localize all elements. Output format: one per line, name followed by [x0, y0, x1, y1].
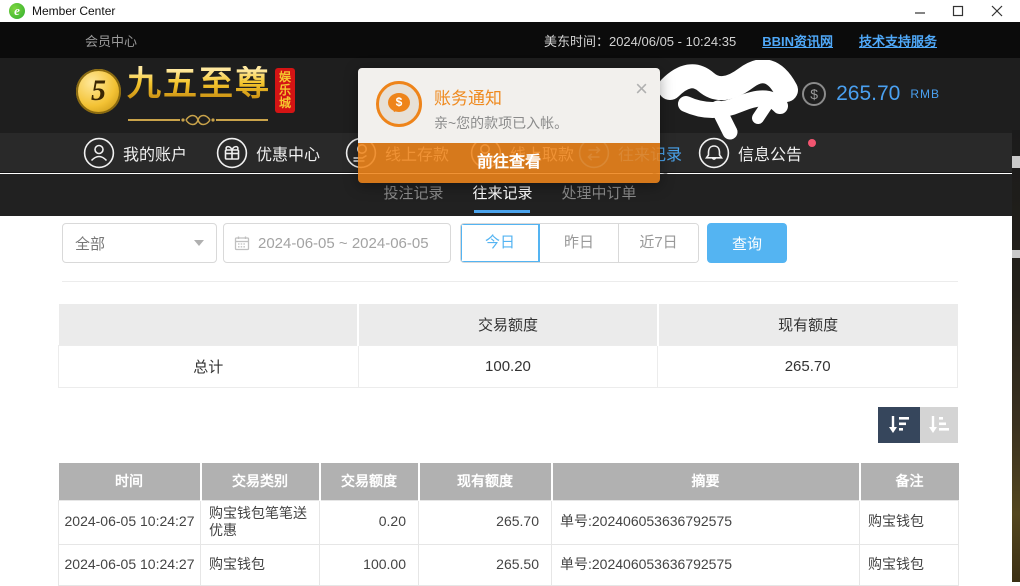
notification-dot-badge — [808, 139, 816, 147]
col-type: 交易类别 — [201, 463, 320, 500]
close-button[interactable] — [980, 2, 1014, 20]
sort-ascending-icon — [927, 414, 951, 436]
cell-summary: 单号:202406053636792575 — [552, 544, 860, 585]
nav-label: 信息公告 — [738, 141, 802, 165]
nav-label: 优惠中心 — [256, 141, 320, 165]
top-info-bar: 会员中心 美东时间：2024/06/05 - 10:24:35 BBIN资讯网 … — [0, 22, 1020, 58]
nav-item-my-account[interactable]: 我的账户 — [83, 137, 187, 169]
maximize-button[interactable] — [941, 2, 975, 20]
balance-currency: RMB — [910, 87, 940, 101]
summary-total-row: 总计 100.20 265.70 — [59, 345, 958, 387]
popup-close-icon[interactable]: × — [635, 76, 648, 102]
summary-total-label: 总计 — [59, 345, 359, 387]
user-icon — [83, 137, 115, 169]
logo-title: 九五至尊 — [127, 66, 271, 103]
summary-total-balance: 265.70 — [658, 345, 958, 387]
cell-time: 2024-06-05 10:24:27 — [59, 500, 201, 544]
site-logo: 5 九五至尊 娱乐城 — [76, 66, 295, 114]
col-remark: 备注 — [860, 463, 959, 500]
date-range-value: 2024-06-05 ~ 2024-06-05 — [258, 235, 429, 252]
cell-remark: 购宝钱包 — [860, 544, 959, 585]
redaction-scribble — [658, 60, 803, 142]
quick-date-group: 今日 昨日 近7日 — [460, 223, 699, 263]
maximize-icon — [952, 5, 964, 17]
window-title: Member Center — [32, 4, 115, 18]
eastern-time-label: 美东时间：2024/06/05 - 10:24:35 — [544, 31, 736, 50]
calendar-icon — [234, 235, 250, 251]
notification-body: $ 账务通知 亲~您的款项已入帐。 × — [358, 68, 660, 143]
col-balance: 现有额度 — [419, 463, 552, 500]
col-amount: 交易额度 — [320, 463, 419, 500]
cell-type: 购宝钱包 — [201, 544, 320, 585]
cell-balance: 265.70 — [419, 500, 552, 544]
logo-flourish-icon — [128, 113, 268, 127]
table-row: 2024-06-05 10:24:27 购宝钱包 100.00 265.50 单… — [59, 544, 959, 585]
cell-type: 购宝钱包笔笔送优惠 — [201, 500, 320, 544]
transactions-table: 时间 交易类别 交易额度 现有额度 摘要 备注 2024-06-05 10:24… — [58, 463, 959, 586]
logo-coin-icon: 5 — [76, 69, 121, 114]
cell-time: 2024-06-05 10:24:27 — [59, 544, 201, 585]
type-select[interactable]: 全部 — [62, 223, 217, 263]
cell-amount: 0.20 — [320, 500, 419, 544]
minimize-button[interactable] — [903, 2, 937, 20]
notification-message: 亲~您的款项已入帐。 — [434, 113, 568, 133]
cell-summary: 单号:202406053636792575 — [552, 500, 860, 544]
query-button[interactable]: 查询 — [707, 223, 787, 263]
edge-notch — [1012, 156, 1020, 168]
balance-amount: 265.70 — [836, 82, 900, 106]
logo-tagline: 娱乐城 — [275, 68, 295, 113]
sort-descending-icon — [887, 414, 911, 436]
filter-bar: 全部 2024-06-05 ~ 2024-06-05 今日 昨日 近7日 查询 — [0, 223, 1020, 263]
table-header-row: 时间 交易类别 交易额度 现有额度 摘要 备注 — [59, 463, 959, 500]
quick-last7days-button[interactable]: 近7日 — [619, 224, 698, 262]
go-view-button[interactable]: 前往查看 — [358, 143, 660, 183]
col-time: 时间 — [59, 463, 201, 500]
summary-total-amount: 100.20 — [358, 345, 658, 387]
balance-display[interactable]: $ 265.70 RMB — [802, 82, 940, 106]
dollar-coin-icon: $ — [802, 82, 826, 106]
cell-amount: 100.00 — [320, 544, 419, 585]
breadcrumb: 会员中心 — [85, 31, 137, 50]
money-message-icon: $ — [376, 81, 422, 127]
table-row: 2024-06-05 10:24:27 购宝钱包笔笔送优惠 0.20 265.7… — [59, 500, 959, 544]
quick-yesterday-button[interactable]: 昨日 — [540, 224, 619, 262]
dollar-bubble-icon: $ — [388, 93, 410, 112]
close-icon — [991, 5, 1003, 17]
sort-ascending-button[interactable] — [920, 407, 958, 443]
tech-support-link[interactable]: 技术支持服务 — [859, 31, 937, 50]
cell-remark: 购宝钱包 — [860, 500, 959, 544]
gift-icon — [216, 137, 248, 169]
nav-label: 我的账户 — [123, 141, 187, 165]
summary-header-balance: 现有额度 — [658, 304, 958, 345]
account-notification-popup: $ 账务通知 亲~您的款项已入帐。 × 前往查看 — [358, 68, 660, 183]
nav-item-promotions[interactable]: 优惠中心 — [216, 137, 320, 169]
summary-header-amount: 交易额度 — [358, 304, 658, 345]
minimize-icon — [914, 5, 926, 17]
type-select-value: 全部 — [75, 233, 105, 254]
bbin-news-link[interactable]: BBIN资讯网 — [762, 31, 833, 50]
window-titlebar: e Member Center — [0, 0, 1020, 22]
summary-header-blank — [59, 304, 359, 345]
section-divider — [62, 281, 958, 282]
quick-today-button[interactable]: 今日 — [461, 224, 540, 262]
window-edge-strip — [1012, 130, 1020, 582]
chevron-down-icon — [194, 240, 204, 246]
date-range-input[interactable]: 2024-06-05 ~ 2024-06-05 — [223, 223, 451, 263]
app-icon: e — [9, 3, 25, 19]
col-summary: 摘要 — [552, 463, 860, 500]
summary-table: 交易额度 现有额度 总计 100.20 265.70 — [58, 304, 958, 388]
summary-header-row: 交易额度 现有额度 — [59, 304, 958, 345]
edge-notch — [1012, 250, 1020, 258]
sort-descending-button[interactable] — [878, 407, 920, 443]
notification-title: 账务通知 — [434, 84, 502, 109]
cell-balance: 265.50 — [419, 544, 552, 585]
